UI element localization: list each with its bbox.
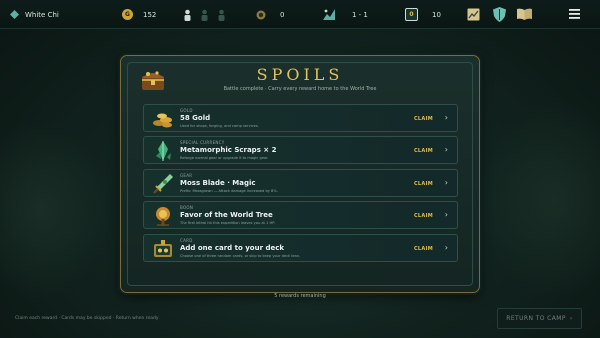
- claim-button[interactable]: CLAIM: [414, 213, 433, 219]
- claim-button[interactable]: CLAIM: [414, 246, 433, 252]
- card-deck-icon: 0: [405, 8, 418, 21]
- player-diamond-icon: [10, 10, 19, 19]
- gold-coin-icon: G: [122, 9, 133, 20]
- chevron-right-icon: ›: [444, 177, 448, 187]
- card-counter[interactable]: 0 10: [405, 0, 441, 29]
- gold-counter: G 152: [122, 0, 156, 29]
- chevron-right-icon: ›: [569, 315, 573, 322]
- player-info[interactable]: White Chi: [10, 0, 59, 29]
- reward-name: Add one card to your deck: [180, 243, 285, 252]
- background-foliage-right: [480, 100, 600, 300]
- chevron-right-icon: ›: [444, 242, 448, 252]
- card-count-value: 10: [432, 10, 441, 19]
- reward-row-gold[interactable]: GOLD 58 Gold Used for shops, forging, an…: [143, 104, 458, 132]
- reward-list: GOLD 58 Gold Used for shops, forging, an…: [143, 104, 458, 266]
- reward-description: Used for shops, forging, and camp servic…: [180, 124, 259, 128]
- map-icon[interactable]: [467, 8, 480, 21]
- reward-description: Reforge normal gear or upgrade it to mag…: [180, 156, 269, 161]
- reward-name: Favor of the World Tree: [180, 211, 273, 220]
- footer-hint: Claim each reward · Cards may be skipped…: [15, 316, 159, 321]
- floor-indicator[interactable]: 1 - 1: [323, 0, 368, 29]
- return-to-camp-button[interactable]: RETURN TO CAMP ›: [497, 308, 582, 329]
- sword-icon: [152, 173, 174, 195]
- claim-button[interactable]: CLAIM: [414, 148, 433, 154]
- reward-category: BOON: [180, 205, 194, 211]
- map-progress-icon: [323, 9, 335, 20]
- card-chest-icon: [152, 238, 174, 260]
- crystal-scraps-icon: [152, 140, 174, 162]
- return-to-camp-label: RETURN TO CAMP: [506, 315, 566, 322]
- reward-category: GOLD: [180, 108, 193, 113]
- rewards-remaining: 5 rewards remaining: [274, 293, 326, 299]
- player-name: White Chi: [25, 10, 59, 19]
- reward-name: Metamorphic Scraps × 2: [180, 146, 277, 155]
- reward-description: The first lethal hit this expedition lea…: [180, 221, 275, 226]
- panel-title: SPOILS: [256, 65, 344, 84]
- reward-row-card[interactable]: CARD Add one card to your deck Choose on…: [143, 233, 458, 262]
- reward-row-boon[interactable]: BOON Favor of the World Tree The first l…: [143, 201, 458, 230]
- hamburger-menu-icon[interactable]: [569, 9, 580, 19]
- reward-description: Prefix: Mossgrown — Attack damage increa…: [180, 188, 278, 193]
- reward-row-gear[interactable]: GEAR Moss Blade · Magic Prefix: Mossgrow…: [143, 168, 458, 197]
- reward-name: Moss Blade · Magic: [180, 178, 256, 187]
- token-counter: 0: [256, 0, 284, 29]
- top-bar: White Chi G 152 0 1 - 1 0 10: [0, 0, 600, 29]
- hero-figure-icon: [183, 9, 192, 21]
- chevron-right-icon: ›: [444, 210, 448, 220]
- reward-row-special-currency[interactable]: SPECIAL CURRENCY Metamorphic Scraps × 2 …: [143, 136, 458, 165]
- shield-icon[interactable]: [493, 7, 506, 22]
- chevron-right-icon: ›: [444, 113, 448, 122]
- tree-boon-icon: [152, 205, 174, 227]
- floor-value: 1 - 1: [352, 10, 368, 19]
- token-value: 0: [280, 10, 285, 19]
- companion-figure-icon: [217, 9, 226, 21]
- claim-button[interactable]: CLAIM: [414, 181, 433, 187]
- coin-pile-icon: [152, 108, 174, 130]
- token-icon: [256, 10, 266, 20]
- claim-button[interactable]: CLAIM: [414, 116, 433, 122]
- reward-description: Choose one of three random cards, or ski…: [180, 253, 301, 258]
- chevron-right-icon: ›: [444, 145, 448, 155]
- companion-figure-icon: [200, 9, 209, 21]
- reward-category: CARD: [180, 237, 193, 243]
- reward-category: GEAR: [180, 172, 193, 178]
- background-foliage-left: [0, 120, 110, 300]
- open-book-icon[interactable]: [517, 8, 532, 20]
- reward-category: SPECIAL CURRENCY: [180, 140, 225, 146]
- gold-value: 152: [143, 10, 157, 19]
- party-icons[interactable]: [183, 0, 226, 29]
- reward-name: 58 Gold: [180, 114, 211, 122]
- panel-subtitle: Battle complete · Carry every reward hom…: [223, 86, 377, 92]
